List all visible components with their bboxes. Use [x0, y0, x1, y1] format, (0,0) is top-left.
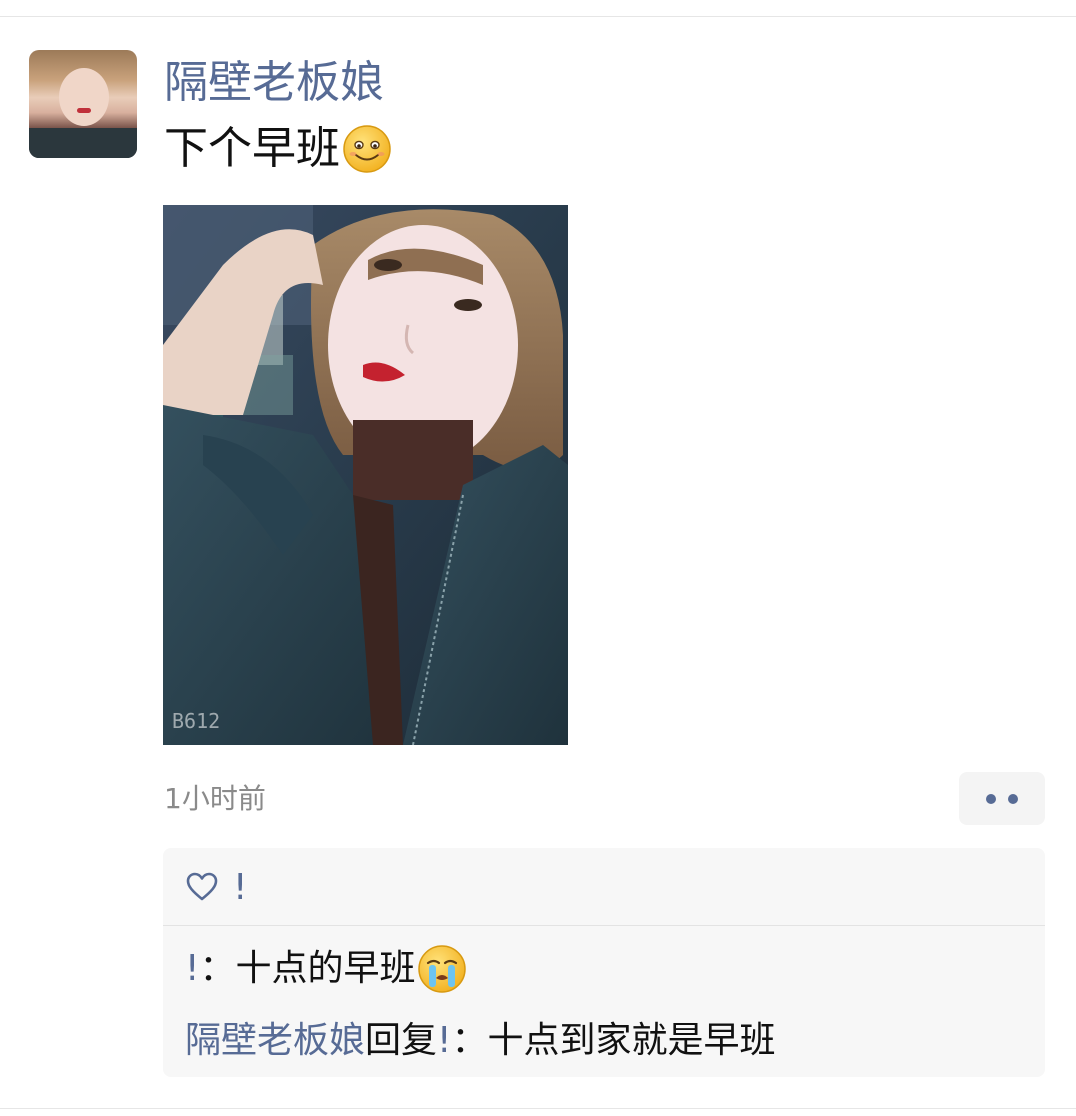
top-divider — [0, 16, 1076, 17]
avatar[interactable] — [29, 50, 137, 158]
more-dots-icon[interactable] — [959, 772, 1045, 825]
comment-text: 十点的早班 — [235, 948, 416, 989]
photo-watermark: B612 — [172, 709, 221, 733]
avatar-face — [59, 68, 109, 126]
post-text-content: 下个早班 — [164, 123, 340, 174]
more-dot — [986, 793, 996, 804]
comment-separator: ： — [451, 1020, 488, 1061]
post-author[interactable]: 隔壁老板娘 — [164, 58, 384, 108]
avatar-lips — [77, 108, 91, 113]
comment-author[interactable]: ! — [185, 946, 199, 992]
interactions-panel: ! ! ： 十点的早班 隔壁老板娘 回复 ! ： 十点到家就是早班 — [163, 848, 1045, 1077]
liker-name[interactable]: ! — [233, 868, 247, 908]
post-text: 下个早班 — [164, 124, 392, 174]
post-timestamp: 1小时前 — [164, 782, 266, 815]
reply-to-name[interactable]: ! — [437, 1018, 451, 1064]
comment-text: 十点到家就是早班 — [487, 1020, 776, 1061]
likes-row: ! — [163, 848, 1045, 926]
comment-author[interactable]: 隔壁老板娘 — [185, 1018, 365, 1064]
smile-emoji-icon — [343, 125, 391, 173]
crying-emoji-icon — [418, 945, 467, 993]
post-photo[interactable]: B612 — [163, 205, 568, 745]
reply-word: 回复 — [365, 1020, 438, 1061]
post-photo-image — [163, 205, 568, 745]
row-divider — [163, 925, 1045, 926]
avatar-coat — [29, 128, 137, 158]
more-dot — [1008, 793, 1018, 804]
comment-item[interactable]: ! ： 十点的早班 — [185, 944, 467, 994]
bottom-divider — [0, 1108, 1076, 1109]
comment-item[interactable]: 隔壁老板娘 回复 ! ： 十点到家就是早班 — [185, 1018, 776, 1064]
heart-icon — [186, 872, 218, 901]
comment-separator: ： — [199, 948, 236, 989]
